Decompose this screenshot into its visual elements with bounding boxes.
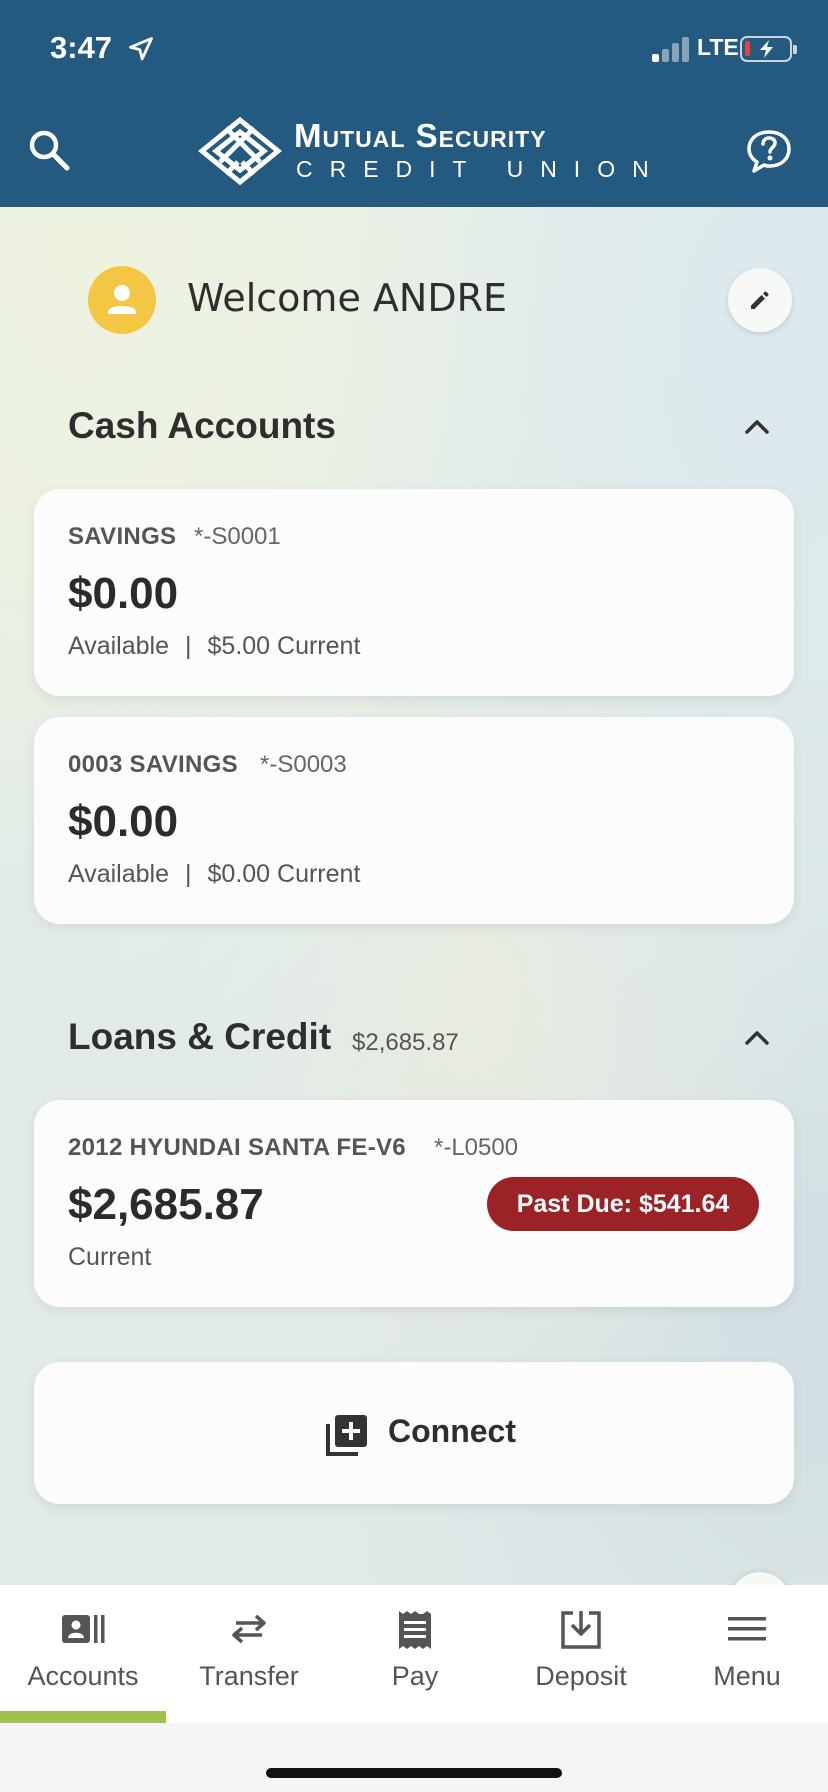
account-details: Available | $5.00 Current (68, 632, 360, 661)
account-balance: $0.00 (68, 569, 179, 618)
separator: | (185, 860, 192, 888)
account-number: *-S0003 (260, 751, 347, 778)
brand-subtitle: CREDIT UNION (296, 156, 666, 182)
nav-deposit[interactable]: Deposit (498, 1585, 664, 1723)
location-arrow-icon (129, 37, 153, 61)
bottom-nav: Accounts Transfer Pay Deposit Menu (0, 1585, 828, 1723)
account-number: *-S0001 (194, 523, 281, 550)
avatar[interactable] (88, 266, 156, 334)
nav-label: Pay (391, 1661, 439, 1691)
nav-label: Transfer (199, 1661, 299, 1691)
connect-button[interactable]: Connect (34, 1362, 794, 1504)
nav-label: Menu (713, 1661, 781, 1691)
menu-icon (728, 1617, 766, 1641)
past-due-badge: Past Due: $541.64 (487, 1177, 759, 1231)
loan-balance: $2,685.87 (68, 1180, 264, 1229)
account-number: *-L0500 (434, 1134, 519, 1161)
pay-icon (399, 1611, 431, 1649)
help-chat-icon[interactable] (744, 127, 794, 177)
welcome-text: Welcome ANDRE (187, 276, 507, 320)
nav-pay[interactable]: Pay (332, 1585, 498, 1723)
battery-icon (740, 36, 797, 62)
selected-indicator (0, 1711, 166, 1723)
status-bar: 3:47 LTE (0, 0, 828, 100)
account-details: Available | $0.00 Current (68, 860, 360, 889)
status-time: 3:47 (50, 30, 113, 65)
separator: | (185, 632, 192, 660)
network-type: LTE (697, 34, 739, 60)
account-name: SAVINGS (68, 523, 177, 550)
logo-diamond-icon (198, 116, 282, 186)
transfer-icon (232, 1614, 266, 1644)
current-balance: $0.00 Current (207, 860, 361, 888)
chevron-up-icon[interactable] (740, 410, 774, 444)
current-balance: $5.00 Current (207, 632, 361, 660)
chevron-up-icon[interactable] (740, 1021, 774, 1055)
nav-label: Accounts (27, 1661, 139, 1691)
loan-status: Current (68, 1243, 152, 1271)
available-label: Available (68, 632, 170, 660)
deposit-icon (561, 1611, 601, 1649)
loans-total: $2,685.87 (352, 1029, 459, 1056)
account-card[interactable]: SAVINGS *-S0001 $0.00 Available | $5.00 Cu… (34, 489, 794, 696)
account-name: 0003 SAVINGS (68, 751, 238, 778)
connect-label: Connect (388, 1413, 516, 1449)
home-indicator-area (0, 1723, 828, 1792)
account-name: 2012 HYUNDAI SANTA FE-V6 (68, 1134, 406, 1161)
brand-logo: Mutual Security CREDIT UNION (198, 114, 649, 186)
loans-credit-title: Loans & Credit (68, 1016, 332, 1057)
home-indicator[interactable] (266, 1768, 562, 1778)
available-label: Available (68, 860, 170, 888)
nav-menu[interactable]: Menu (664, 1585, 828, 1723)
edit-button[interactable] (728, 268, 792, 332)
person-icon (108, 285, 136, 314)
cash-accounts-title: Cash Accounts (68, 405, 336, 446)
nav-accounts[interactable]: Accounts (0, 1585, 166, 1723)
account-card[interactable]: 0003 SAVINGS *-S0003 $0.00 Available | $0.… (34, 717, 794, 924)
loan-card[interactable]: 2012 HYUNDAI SANTA FE-V6 *-L0500 $2,685.… (34, 1100, 794, 1307)
brand-title: Mutual Security (294, 117, 547, 154)
accounts-icon (62, 1615, 105, 1643)
app-header: 3:47 LTE Mutual Security CREDIT UNION (0, 0, 828, 207)
nav-label: Deposit (535, 1661, 627, 1691)
nav-transfer[interactable]: Transfer (166, 1585, 332, 1723)
search-icon[interactable] (26, 127, 72, 173)
pencil-icon (751, 291, 769, 309)
account-balance: $0.00 (68, 797, 179, 846)
add-library-icon (326, 1415, 367, 1456)
cellular-signal-icon (652, 36, 690, 62)
